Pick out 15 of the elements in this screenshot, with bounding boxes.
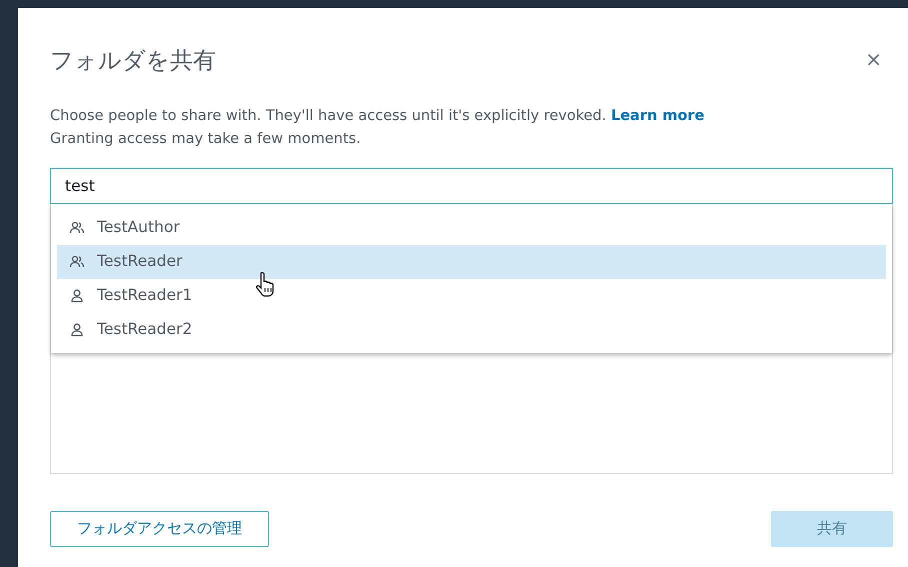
suggestion-item[interactable]: TestReader1 bbox=[57, 278, 886, 312]
learn-more-link[interactable]: Learn more bbox=[610, 108, 704, 124]
manage-access-button[interactable]: フォルダアクセスの管理 bbox=[50, 510, 269, 546]
dialog-title: フォルダを共有 bbox=[50, 47, 216, 76]
search-field[interactable]: test bbox=[50, 168, 893, 204]
description-text: Choose people to share with. They'll have access until it's explicitly revoked. bbox=[50, 108, 606, 124]
suggestion-item[interactable]: TestReader bbox=[57, 244, 886, 278]
group-icon bbox=[69, 254, 85, 270]
person-icon bbox=[69, 288, 85, 304]
group-icon bbox=[69, 220, 85, 236]
note-text: Granting access may take a few moments. bbox=[50, 130, 362, 148]
suggestion-item[interactable]: TestAuthor bbox=[57, 210, 886, 244]
close-button[interactable]: × bbox=[861, 44, 886, 74]
person-icon bbox=[69, 322, 85, 338]
suggestion-item[interactable]: TestReader2 bbox=[57, 312, 886, 346]
